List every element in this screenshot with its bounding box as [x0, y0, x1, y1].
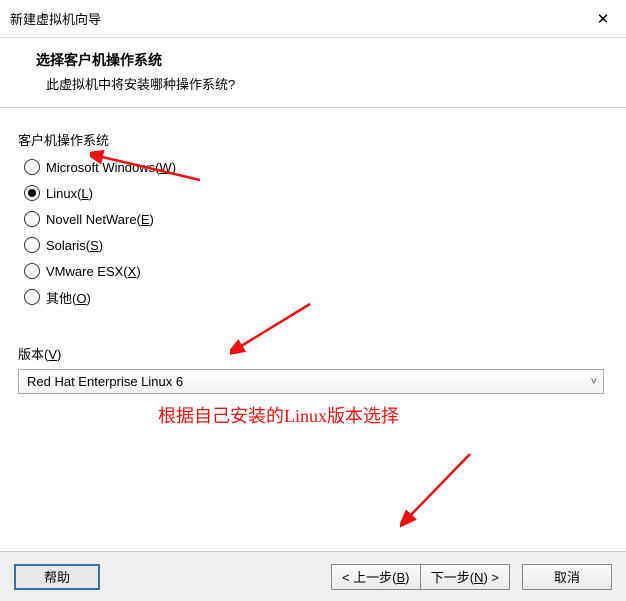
window-title: 新建虚拟机向导	[10, 9, 101, 28]
next-button[interactable]: 下一步(N) >	[420, 564, 510, 590]
radio-label: Linux(L)	[46, 186, 93, 201]
version-group: 版本(V) Red Hat Enterprise Linux 6 ˅	[18, 344, 608, 394]
guest-os-group-label: 客户机操作系统	[18, 130, 608, 149]
radio-icon	[24, 211, 40, 227]
radio-label: Solaris(S)	[46, 238, 103, 253]
nav-button-group: < 上一步(B) 下一步(N) >	[331, 564, 510, 590]
version-select[interactable]: Red Hat Enterprise Linux 6 ˅	[18, 369, 604, 394]
help-button[interactable]: 帮助	[14, 564, 100, 590]
radio-other[interactable]: 其他(O)	[22, 284, 604, 310]
header-subheading: 此虚拟机中将安装哪种操作系统?	[36, 74, 606, 93]
radio-label: VMware ESX(X)	[46, 264, 141, 279]
cancel-button[interactable]: 取消	[522, 564, 612, 590]
radio-icon	[24, 263, 40, 279]
radio-icon	[24, 185, 40, 201]
radio-novell[interactable]: Novell NetWare(E)	[22, 206, 604, 232]
header-heading: 选择客户机操作系统	[36, 50, 606, 70]
wizard-body: 客户机操作系统 Microsoft Windows(W) Linux(L) No…	[0, 108, 626, 394]
radio-icon	[24, 237, 40, 253]
close-icon[interactable]: ✕	[580, 0, 626, 38]
wizard-header: 选择客户机操作系统 此虚拟机中将安装哪种操作系统?	[0, 38, 626, 108]
radio-label: Novell NetWare(E)	[46, 212, 154, 227]
guest-os-group: 客户机操作系统 Microsoft Windows(W) Linux(L) No…	[18, 122, 608, 318]
chevron-down-icon: ˅	[591, 376, 597, 388]
radio-windows[interactable]: Microsoft Windows(W)	[22, 154, 604, 180]
radio-linux[interactable]: Linux(L)	[22, 180, 604, 206]
wizard-footer: 帮助 < 上一步(B) 下一步(N) > 取消	[0, 551, 626, 601]
titlebar: 新建虚拟机向导 ✕	[0, 0, 626, 38]
radio-icon	[24, 289, 40, 305]
version-select-value: Red Hat Enterprise Linux 6	[27, 374, 183, 389]
radio-solaris[interactable]: Solaris(S)	[22, 232, 604, 258]
annotation-text: 根据自己安装的Linux版本选择	[158, 402, 399, 428]
radio-icon	[24, 159, 40, 175]
version-label: 版本(V)	[18, 344, 608, 363]
radio-vmware-esx[interactable]: VMware ESX(X)	[22, 258, 604, 284]
guest-os-options: Microsoft Windows(W) Linux(L) Novell Net…	[18, 145, 608, 316]
radio-label: Microsoft Windows(W)	[46, 160, 176, 175]
back-button[interactable]: < 上一步(B)	[331, 564, 421, 590]
radio-label: 其他(O)	[46, 288, 91, 307]
annotation-arrow-icon	[400, 448, 490, 528]
